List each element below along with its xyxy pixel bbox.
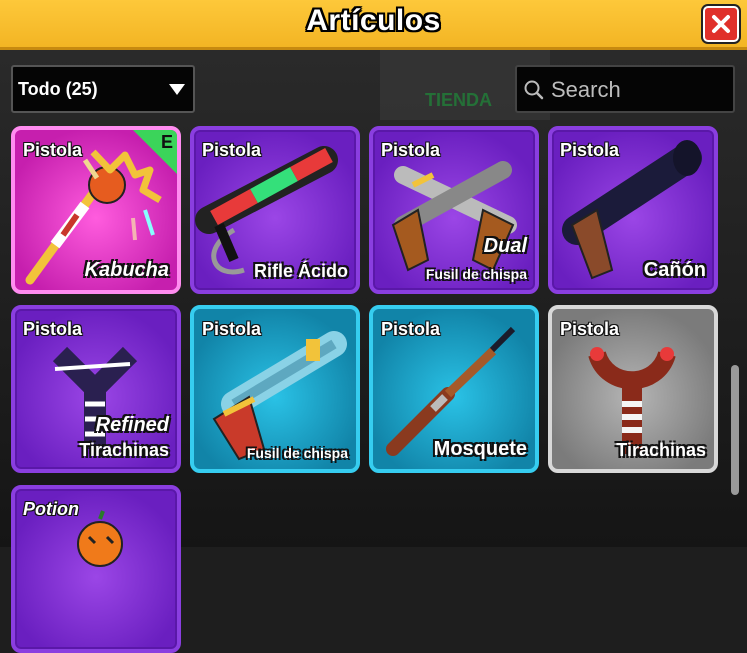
search-box[interactable]: [515, 65, 735, 113]
close-icon: [712, 15, 730, 33]
shop-sign-text: TIENDA: [425, 90, 492, 110]
chevron-down-icon: [169, 84, 185, 95]
item-card[interactable]: E Pistola Kabucha: [11, 126, 181, 294]
category-dropdown[interactable]: Todo (25): [11, 65, 195, 113]
item-type: Pistola: [202, 140, 262, 160]
item-card[interactable]: Potion: [11, 485, 181, 653]
item-card[interactable]: Pistola Mosquete: [369, 305, 539, 473]
item-card[interactable]: Pistola Fusil de chispa: [190, 305, 360, 473]
item-card[interactable]: Pistola Cañón: [548, 126, 718, 294]
item-type: Pistola: [23, 319, 83, 339]
close-button[interactable]: [703, 6, 739, 42]
title-bar: Artículos: [0, 0, 747, 50]
item-card[interactable]: Pistola Tirachinas: [548, 305, 718, 473]
item-variant: Refined: [95, 414, 169, 436]
page-title: Artículos: [306, 4, 441, 37]
item-name: Cañón: [643, 259, 706, 281]
item-variant: Dual: [483, 235, 527, 257]
item-card[interactable]: Pistola Rifle Ácido: [190, 126, 360, 294]
item-name: Fusil de chispa: [425, 266, 527, 282]
item-name: Tirachinas: [616, 440, 706, 460]
item-type: Pistola: [381, 319, 441, 339]
item-name: Kabucha: [84, 259, 169, 281]
item-type: Pistola: [381, 140, 441, 160]
category-dropdown-value: Todo (25): [18, 79, 98, 99]
item-type: Pistola: [23, 140, 83, 160]
item-type: Pistola: [202, 319, 262, 339]
item-card[interactable]: Pistola Dual Fusil de chispa: [369, 126, 539, 294]
scrollbar[interactable]: [731, 365, 739, 495]
item-type: Potion: [23, 499, 79, 519]
search-icon: [524, 80, 544, 100]
item-name: Tirachinas: [79, 440, 169, 460]
item-name: Rifle Ácido: [253, 261, 348, 281]
item-name: Mosquete: [433, 438, 527, 460]
item-card[interactable]: Pistola Refined Tirachinas: [11, 305, 181, 473]
item-name: Fusil de chispa: [246, 445, 348, 461]
equipped-badge-letter: E: [160, 132, 173, 152]
item-type: Pistola: [560, 319, 620, 339]
item-type: Pistola: [560, 140, 620, 160]
search-input[interactable]: [549, 75, 733, 105]
